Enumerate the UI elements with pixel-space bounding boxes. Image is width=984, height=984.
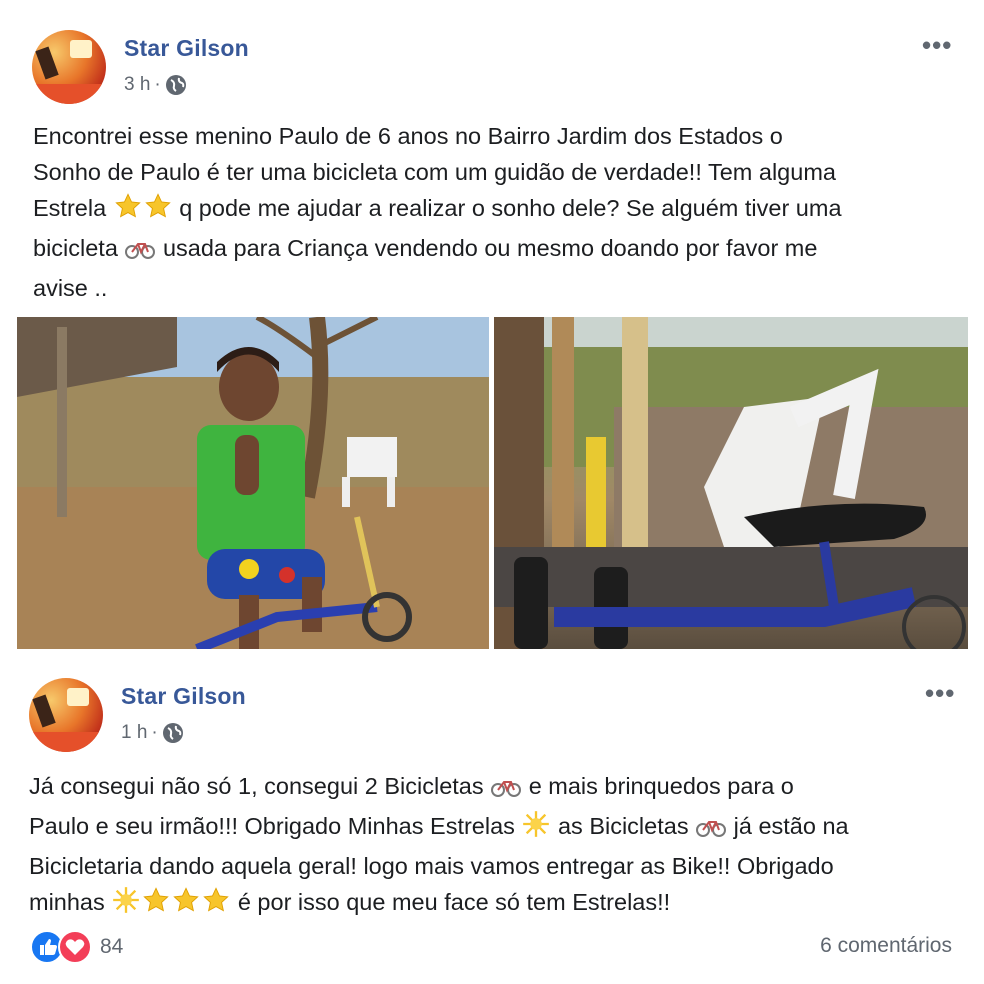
text-line: Encontrei esse menino Paulo de 6 anos no… xyxy=(33,123,783,149)
post-photo-boy[interactable] xyxy=(17,317,489,649)
text-segment: bicicleta xyxy=(33,235,118,261)
glowing-star-emoji xyxy=(522,810,550,848)
text-line: avise .. xyxy=(33,275,108,301)
post-meta: 3 h · xyxy=(124,74,187,96)
more-options-button[interactable]: ••• xyxy=(922,30,952,61)
reaction-count[interactable]: 84 xyxy=(100,935,123,959)
author-avatar[interactable] xyxy=(29,678,103,752)
reaction-icons xyxy=(30,930,92,964)
meta-separator: · xyxy=(154,74,161,95)
text-line: Já consegui não só 1, consegui 2 Bicicle… xyxy=(29,768,849,808)
bicycle-emoji xyxy=(696,812,727,848)
comments-count-link[interactable]: 6 comentários xyxy=(820,934,952,958)
text-line: Bicicletaria dando aquela geral! logo ma… xyxy=(29,853,834,879)
author-name[interactable]: Star Gilson xyxy=(121,683,246,710)
star-emoji xyxy=(172,886,200,924)
bicycle-emoji xyxy=(125,234,156,270)
star-emoji xyxy=(202,886,230,924)
text-line: Paulo e seu irmão!!! Obrigado Minhas Est… xyxy=(29,808,849,848)
love-reaction-icon xyxy=(58,930,92,964)
text-segment: e mais brinquedos para o xyxy=(528,773,794,799)
text-segment: usada para Criança vendendo ou mesmo doa… xyxy=(162,235,818,261)
globe-icon[interactable] xyxy=(162,722,184,744)
post-1: Star Gilson 3 h · ••• Encontrei esse men… xyxy=(0,0,984,652)
text-segment: as Bicicletas xyxy=(557,813,689,839)
globe-icon[interactable] xyxy=(165,74,187,96)
text-line: Sonho de Paulo é ter uma bicicleta com u… xyxy=(33,159,836,185)
bicycle-emoji xyxy=(491,772,522,808)
text-line: bicicleta usada para Criança vendendo ou… xyxy=(33,230,842,270)
author-name[interactable]: Star Gilson xyxy=(124,35,249,62)
text-line: minhas é por isso que meu face só tem Es… xyxy=(29,884,849,924)
text-segment: minhas xyxy=(29,889,105,915)
text-segment: já estão na xyxy=(733,813,849,839)
reactions-summary[interactable]: 84 xyxy=(30,930,123,964)
star-emoji xyxy=(114,192,142,230)
text-segment: Estrela xyxy=(33,195,107,221)
text-segment: Paulo e seu irmão!!! Obrigado Minhas Est… xyxy=(29,813,515,839)
text-segment: é por isso que meu face só tem Estrelas!… xyxy=(237,889,671,915)
post-text: Já consegui não só 1, consegui 2 Bicicle… xyxy=(29,768,849,924)
glowing-star-emoji xyxy=(112,886,140,924)
post-photo-bike[interactable] xyxy=(494,317,968,649)
star-emoji xyxy=(144,192,172,230)
text-segment: q pode me ajudar a realizar o sonho dele… xyxy=(179,195,842,221)
star-emoji xyxy=(142,886,170,924)
post-time[interactable]: 1 h xyxy=(121,722,147,744)
meta-separator: · xyxy=(151,722,158,743)
post-text: Encontrei esse menino Paulo de 6 anos no… xyxy=(33,118,842,306)
text-segment: Já consegui não só 1, consegui 2 Bicicle… xyxy=(29,773,484,799)
post-meta: 1 h · xyxy=(121,722,184,744)
post-time[interactable]: 3 h xyxy=(124,74,150,96)
author-avatar[interactable] xyxy=(32,30,106,104)
more-options-button[interactable]: ••• xyxy=(925,678,955,709)
text-line: Estrela q pode me ajudar a realizar o so… xyxy=(33,190,842,230)
